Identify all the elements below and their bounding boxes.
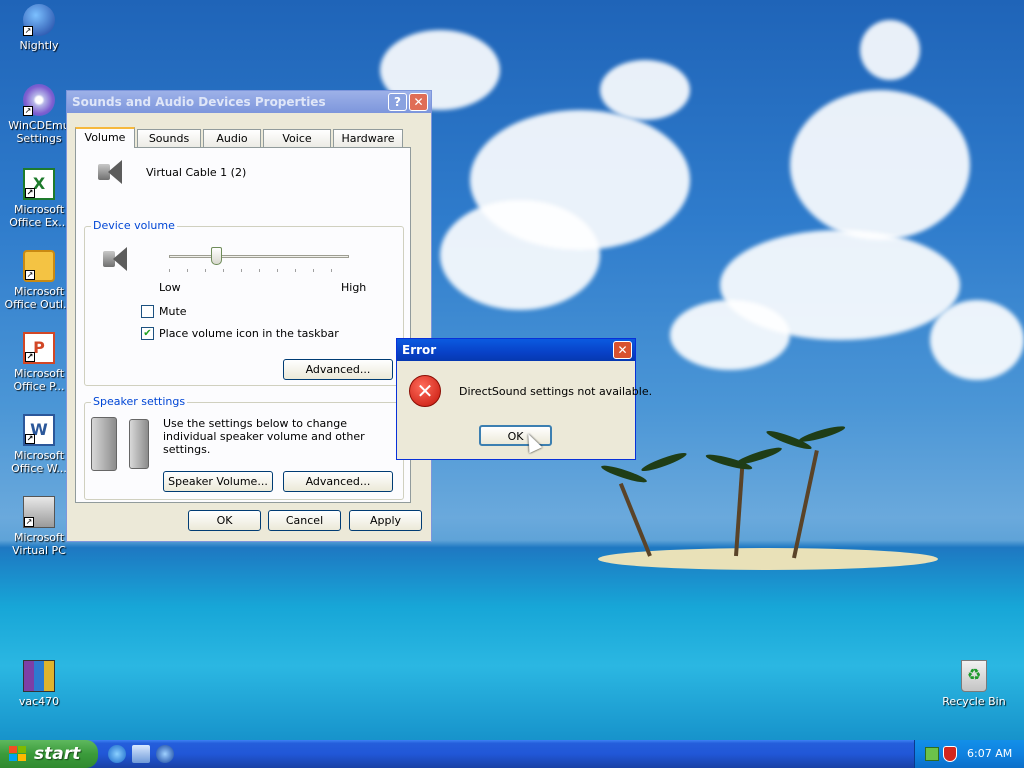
desktop-icon-outlook[interactable]: ↗ Microsoft Office Outl... [3, 250, 75, 311]
taskbar-icon-checkbox[interactable]: ✔ [141, 327, 154, 340]
error-close-button[interactable]: ✕ [613, 341, 632, 359]
speaker-settings-description: Use the settings below to change individ… [163, 417, 365, 456]
nightly-globe-icon: ↗ [23, 4, 55, 36]
palm-frond [599, 462, 649, 486]
recycle-bin-icon: ♻ [961, 660, 987, 692]
ok-button[interactable]: OK [188, 510, 261, 531]
tab-sounds[interactable]: Sounds [137, 129, 201, 147]
error-title: Error [402, 343, 437, 357]
palm-frond [797, 423, 847, 445]
cancel-button[interactable]: Cancel [268, 510, 341, 531]
volume-panel: Virtual Cable 1 (2) Device volume Low Hi… [75, 147, 411, 503]
error-dialog: Error ✕ ✕ DirectSound settings not avail… [396, 338, 652, 460]
close-button[interactable]: ✕ [409, 93, 428, 111]
properties-title: Sounds and Audio Devices Properties [72, 95, 326, 109]
palm-frond [734, 444, 784, 468]
network-icon[interactable] [925, 747, 939, 761]
cloud [600, 60, 690, 120]
desktop-icon-wincdemu[interactable]: ↗ WinCDEmu Settings [3, 84, 75, 145]
winrar-archive-icon [23, 660, 55, 692]
desktop-icon-recycle-bin[interactable]: ♻ Recycle Bin [938, 660, 1010, 708]
slider-track [169, 255, 349, 258]
speaker-settings-legend: Speaker settings [91, 395, 188, 408]
desktop-icon-label: Microsoft Virtual PC [12, 531, 66, 557]
windows-flag-icon [9, 746, 27, 762]
excel-icon: X ↗ [23, 168, 55, 200]
low-label: Low [159, 281, 181, 294]
speakers-image-icon [91, 417, 151, 471]
speaker-volume-button[interactable]: Speaker Volume... [163, 471, 273, 492]
high-label: High [341, 281, 367, 294]
tab-volume[interactable]: Volume [75, 127, 135, 148]
powerpoint-icon: P ↗ [23, 332, 55, 364]
speaker-advanced-button[interactable]: Advanced... [283, 471, 393, 492]
speaker-icon [98, 160, 128, 186]
desktop-icon-vac470[interactable]: vac470 [3, 660, 75, 708]
desktop-icon-label: Recycle Bin [942, 695, 1006, 708]
volume-advanced-button[interactable]: Advanced... [283, 359, 393, 380]
desktop-icon-label: Microsoft Office Outl... [4, 285, 74, 311]
cloud [930, 300, 1024, 380]
palm-trunk [792, 449, 819, 559]
desktop-icon-label: Nightly [19, 39, 59, 52]
apply-button[interactable]: Apply [349, 510, 422, 531]
cloud [860, 20, 920, 80]
word-icon: W ↗ [23, 414, 55, 446]
cloud [440, 200, 600, 310]
desktop-icon-nightly[interactable]: ↗ Nightly [3, 4, 75, 52]
taskbar-icon-label: Place volume icon in the taskbar [159, 327, 339, 340]
security-shield-icon[interactable] [943, 746, 957, 762]
volume-slider[interactable] [169, 247, 349, 279]
desktop-icon-virtual-pc[interactable]: ↗ Microsoft Virtual PC [3, 496, 75, 557]
system-tray: 6:07 AM [914, 740, 1024, 768]
mute-checkbox[interactable] [141, 305, 154, 318]
device-volume-group: Device volume Low High Mute ✔ Place volu… [84, 219, 404, 386]
desktop-icon-excel[interactable]: X ↗ Microsoft Office Ex... [3, 168, 75, 229]
palm-trunk [734, 468, 745, 557]
device-name: Virtual Cable 1 (2) [146, 166, 247, 179]
cloud [790, 90, 970, 240]
error-x-icon: ✕ [409, 375, 441, 407]
clock[interactable]: 6:07 AM [967, 740, 1012, 768]
slider-ticks [169, 269, 349, 272]
outlook-icon: ↗ [23, 250, 55, 282]
volume-speaker-icon [103, 247, 133, 273]
speaker-settings-group: Speaker settings Use the settings below … [84, 395, 404, 500]
desktop-icon-label: Microsoft Office P... [13, 367, 65, 393]
palm-frond [640, 450, 688, 474]
error-titlebar[interactable]: Error ✕ [397, 339, 635, 361]
tab-voice[interactable]: Voice [263, 129, 331, 147]
start-button[interactable]: start [0, 740, 98, 768]
sounds-properties-dialog: Sounds and Audio Devices Properties ? ✕ … [66, 90, 432, 542]
show-desktop-icon[interactable] [132, 745, 150, 763]
taskbar: start 6:07 AM [0, 740, 1024, 768]
tab-audio[interactable]: Audio [203, 129, 261, 147]
mute-label: Mute [159, 305, 187, 318]
media-player-icon[interactable] [156, 745, 174, 763]
cloud [670, 300, 790, 370]
device-volume-legend: Device volume [91, 219, 177, 232]
desktop-icon-word[interactable]: W ↗ Microsoft Office W... [3, 414, 75, 475]
desktop-icon-label: Microsoft Office Ex... [9, 203, 69, 229]
desktop-icon-label: vac470 [18, 695, 60, 708]
virtual-pc-icon: ↗ [23, 496, 55, 528]
help-button[interactable]: ? [388, 93, 407, 111]
desktop-icon-label: Microsoft Office W... [11, 449, 67, 475]
start-label: start [34, 744, 81, 764]
tab-hardware[interactable]: Hardware [333, 129, 403, 147]
wincdemu-disc-icon: ↗ [23, 84, 55, 116]
slider-thumb[interactable] [211, 247, 222, 265]
error-message: DirectSound settings not available. [459, 385, 653, 398]
palm-trunk [618, 482, 652, 557]
desktop-icon-powerpoint[interactable]: P ↗ Microsoft Office P... [3, 332, 75, 393]
desktop-icon-label: WinCDEmu Settings [8, 119, 70, 145]
error-ok-button[interactable]: OK [479, 425, 552, 446]
ie-icon[interactable] [108, 745, 126, 763]
properties-titlebar[interactable]: Sounds and Audio Devices Properties ? ✕ [67, 91, 431, 113]
